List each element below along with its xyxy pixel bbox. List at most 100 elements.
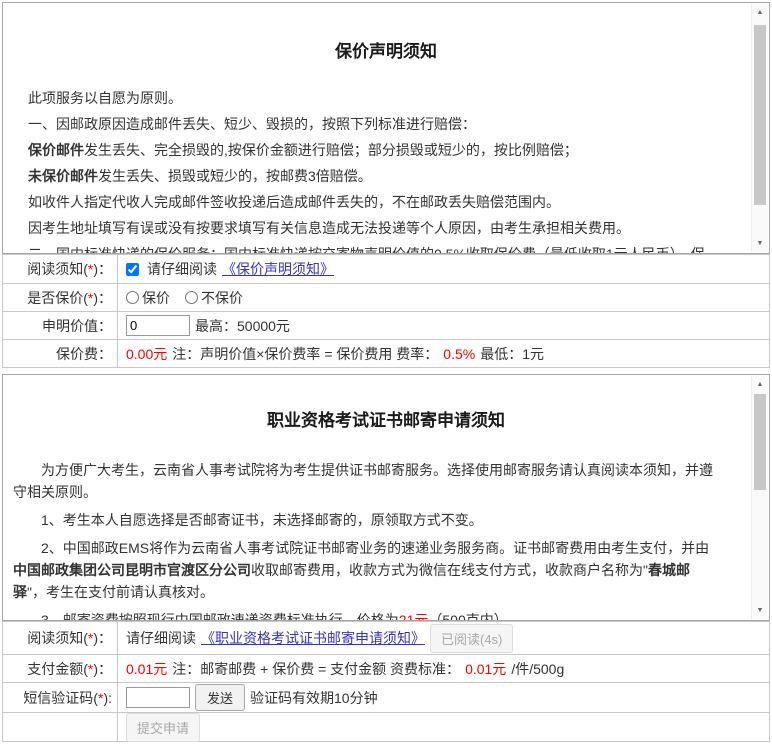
scroll-up-arrow-icon[interactable]: ▲	[752, 376, 768, 393]
insurance-fee-note: 0.00元 注：声明价值×保价费率 = 保价费用 费率： 0.5% 最低：1元	[118, 340, 769, 367]
text-segment: 中国邮政集团公司昆明市官渡区分公司	[13, 562, 251, 578]
text-segment: 0.00元	[126, 344, 167, 364]
send-sms-button[interactable]: 发送	[195, 684, 245, 711]
insurance-notice-body: 此项服务以自愿为原则。一、因邮政原因造成邮件丢失、短少、毁损的，按照下列标准进行…	[3, 87, 769, 254]
submit-content: 提交申请	[118, 713, 769, 741]
text-segment: 阅读须知(	[27, 259, 88, 279]
insure-no-label: 不保价	[201, 288, 243, 308]
text-segment: 如收件人指定代收人完成邮件签收投递后造成邮件丢失的，不在邮政丢失赔偿范围内。	[28, 194, 560, 210]
text-segment: 保价邮件	[28, 142, 84, 158]
text-segment: 是否保价(	[27, 288, 88, 308]
scroll-down-arrow-icon[interactable]: ▼	[752, 235, 768, 252]
text-segment: 21元	[399, 612, 429, 621]
text-segment: 保价费：	[56, 344, 112, 364]
field-label: 支付金额(*)：	[3, 655, 118, 682]
text-segment: )：	[93, 628, 112, 648]
insurance-notice-panel: 保价声明须知 此项服务以自愿为原则。一、因邮政原因造成邮件丢失、短少、毁损的，按…	[2, 2, 770, 254]
scroll-down-arrow-icon[interactable]: ▼	[752, 602, 768, 619]
text-segment: 发生丢失、完全损毁的,按保价金额进行赔偿；部分损毁或短少的，按比例赔偿；	[84, 142, 578, 158]
notice-paragraph: 因考生地址填写有误或没有按要求填写有关信息造成无法投递等个人原因，由考生承担相关…	[28, 217, 721, 239]
field-label: 阅读须知(*)：	[3, 255, 118, 283]
field-label: 是否保价(*)：	[3, 284, 118, 311]
text-segment: 注：声明价值×保价费率 = 保价费用 费率：	[172, 344, 438, 364]
mailing-notice-panel: 职业资格考试证书邮寄申请须知 为方便广大考生，云南省人事考试院将为考生提供证书邮…	[2, 374, 770, 621]
scrollbar-thumb[interactable]	[754, 394, 766, 490]
text-segment: 为方便广大考生，云南省人事考试院将为考生提供证书邮寄服务。选择使用邮寄服务请认真…	[13, 462, 713, 500]
notice-paragraph: 2、中国邮政EMS将作为云南省人事考试院证书邮寄业务的速递业务服务商。证书邮寄费…	[13, 537, 721, 603]
mailing-form-table: 阅读须知(*)： 请仔细阅读 《职业资格考试证书邮寄申请须知》 已阅读(4s) …	[2, 621, 770, 742]
declared-value-row: 申明价值： 最高：50000元	[3, 311, 769, 339]
scroll-up-arrow-icon[interactable]: ▲	[752, 4, 768, 21]
sms-code-content: 发送 验证码有效期10分钟	[118, 683, 769, 712]
notice-paragraph: 保价邮件发生丢失、完全损毁的,按保价金额进行赔偿；部分损毁或短少的，按比例赔偿；	[28, 139, 721, 161]
declared-value-hint: 最高：50000元	[195, 316, 290, 336]
sms-code-hint: 验证码有效期10分钟	[250, 688, 378, 708]
scrollbar[interactable]: ▲ ▼	[751, 4, 768, 252]
text-segment: 发生丢失、损毁或短少的，按邮费3倍赔偿。	[98, 168, 372, 184]
field-label: 申明价值：	[3, 312, 118, 339]
field-label: 保价费：	[3, 340, 118, 367]
read-notice-checkbox[interactable]	[126, 263, 139, 276]
read-notice-row: 阅读须知(*)： 请仔细阅读 《保价声明须知》	[3, 255, 769, 283]
already-read-button[interactable]: 已阅读(4s)	[430, 624, 513, 653]
insurance-form-table: 阅读须知(*)： 请仔细阅读 《保价声明须知》 是否保价(*)： 保价 不保价 …	[2, 254, 770, 368]
text-segment: 未保价邮件	[28, 168, 98, 184]
mailing-notice-link[interactable]: 《职业资格考试证书邮寄申请须知》	[201, 628, 425, 648]
sms-code-row: 短信验证码(*): 发送 验证码有效期10分钟	[3, 682, 769, 712]
text-segment: 阅读须知(	[27, 628, 88, 648]
insure-choice-content: 保价 不保价	[118, 284, 769, 311]
notice-paragraph: 如收件人指定代收人完成邮件签收投递后造成邮件丢失的，不在邮政丢失赔偿范围内。	[28, 191, 721, 213]
declared-value-input[interactable]	[126, 315, 190, 336]
text-segment: 因考生地址填写有误或没有按要求填写有关信息造成无法投递等个人原因，由考生承担相关…	[28, 220, 630, 236]
text-segment: ):	[103, 690, 112, 706]
mailing-notice-title: 职业资格考试证书邮寄申请须知	[3, 375, 769, 431]
text-segment: 一、因邮政原因造成邮件丢失、短少、毁损的，按照下列标准进行赔偿：	[28, 116, 476, 132]
insure-no-radio[interactable]	[185, 291, 198, 304]
text-segment: 注：邮寄邮费 + 保价费 = 支付金额 资费标准：	[172, 659, 460, 679]
notice-paragraph: 此项服务以自愿为原则。	[28, 87, 721, 109]
text-segment: )：	[93, 659, 112, 679]
mailing-notice-body: 为方便广大考生，云南省人事考试院将为考生提供证书邮寄服务。选择使用邮寄服务请认真…	[3, 459, 769, 621]
text-segment: 此项服务以自愿为原则。	[28, 90, 182, 106]
scrollbar-thumb[interactable]	[754, 25, 766, 205]
text-segment: 最低：1元	[480, 344, 544, 364]
text-segment: 3、邮寄资费按照现行中国邮政速递资费标准执行，价格为	[41, 612, 399, 621]
read-mailing-text: 请仔细阅读	[126, 628, 196, 648]
notice-paragraph: 为方便广大考生，云南省人事考试院将为考生提供证书邮寄服务。选择使用邮寄服务请认真…	[13, 459, 721, 503]
read-notice-text: 请仔细阅读	[147, 259, 217, 279]
payment-amount-note: 0.01元 注：邮寄邮费 + 保价费 = 支付金额 资费标准：0.01元/件/5…	[118, 655, 769, 682]
text-segment: 申明价值：	[42, 316, 112, 336]
scrollbar[interactable]: ▲ ▼	[751, 376, 768, 619]
text-segment: 1、考生本人自愿选择是否邮寄证书，未选择邮寄的，原领取方式不变。	[41, 512, 483, 528]
sms-code-input[interactable]	[126, 687, 190, 708]
read-mailing-notice-row: 阅读须知(*)： 请仔细阅读 《职业资格考试证书邮寄申请须知》 已阅读(4s)	[3, 622, 769, 654]
text-segment: 二、国内标准快递的保价服务：国内标准快递按交寄物声明价值的0.5%收取保价费（最…	[28, 246, 705, 254]
text-segment: "，考生在支付前请认真核对。	[27, 584, 214, 600]
text-segment: 收取邮寄费用，收款方式为微信在线支付方式，收款商户名称为"	[251, 562, 648, 578]
text-segment: （500克内）。	[428, 612, 514, 621]
field-label	[3, 713, 118, 741]
insurance-fee-row: 保价费： 0.00元 注：声明价值×保价费率 = 保价费用 费率： 0.5% 最低…	[3, 339, 769, 367]
notice-paragraph: 未保价邮件发生丢失、损毁或短少的，按邮费3倍赔偿。	[28, 165, 721, 187]
text-segment: 支付金额(	[27, 659, 88, 679]
insure-yes-radio[interactable]	[126, 291, 139, 304]
text-segment: 0.01元	[126, 659, 167, 679]
notice-paragraph: 3、邮寄资费按照现行中国邮政速递资费标准执行，价格为21元（500克内）。	[13, 609, 721, 621]
certificate-mailing-page: 保价声明须知 此项服务以自愿为原则。一、因邮政原因造成邮件丢失、短少、毁损的，按…	[0, 0, 772, 742]
insurance-notice-link[interactable]: 《保价声明须知》	[222, 259, 334, 279]
submit-row: 提交申请	[3, 712, 769, 741]
text-segment: )：	[93, 259, 112, 279]
field-label: 阅读须知(*)：	[3, 622, 118, 654]
insure-yes-label: 保价	[142, 288, 170, 308]
field-label: 短信验证码(*):	[3, 683, 118, 712]
read-mailing-content: 请仔细阅读 《职业资格考试证书邮寄申请须知》 已阅读(4s)	[118, 622, 769, 654]
submit-application-button[interactable]: 提交申请	[126, 713, 200, 742]
insure-choice-row: 是否保价(*)： 保价 不保价	[3, 283, 769, 311]
text-segment: 2、中国邮政EMS将作为云南省人事考试院证书邮寄业务的速递业务服务商。证书邮寄费…	[41, 540, 709, 556]
notice-paragraph: 二、国内标准快递的保价服务：国内标准快递按交寄物声明价值的0.5%收取保价费（最…	[28, 243, 721, 254]
insurance-notice-title: 保价声明须知	[3, 3, 769, 62]
text-segment: 短信验证码(	[23, 688, 98, 708]
notice-paragraph: 一、因邮政原因造成邮件丢失、短少、毁损的，按照下列标准进行赔偿：	[28, 113, 721, 135]
text-segment: 0.5%	[443, 346, 475, 362]
text-segment: 0.01元	[465, 659, 506, 679]
